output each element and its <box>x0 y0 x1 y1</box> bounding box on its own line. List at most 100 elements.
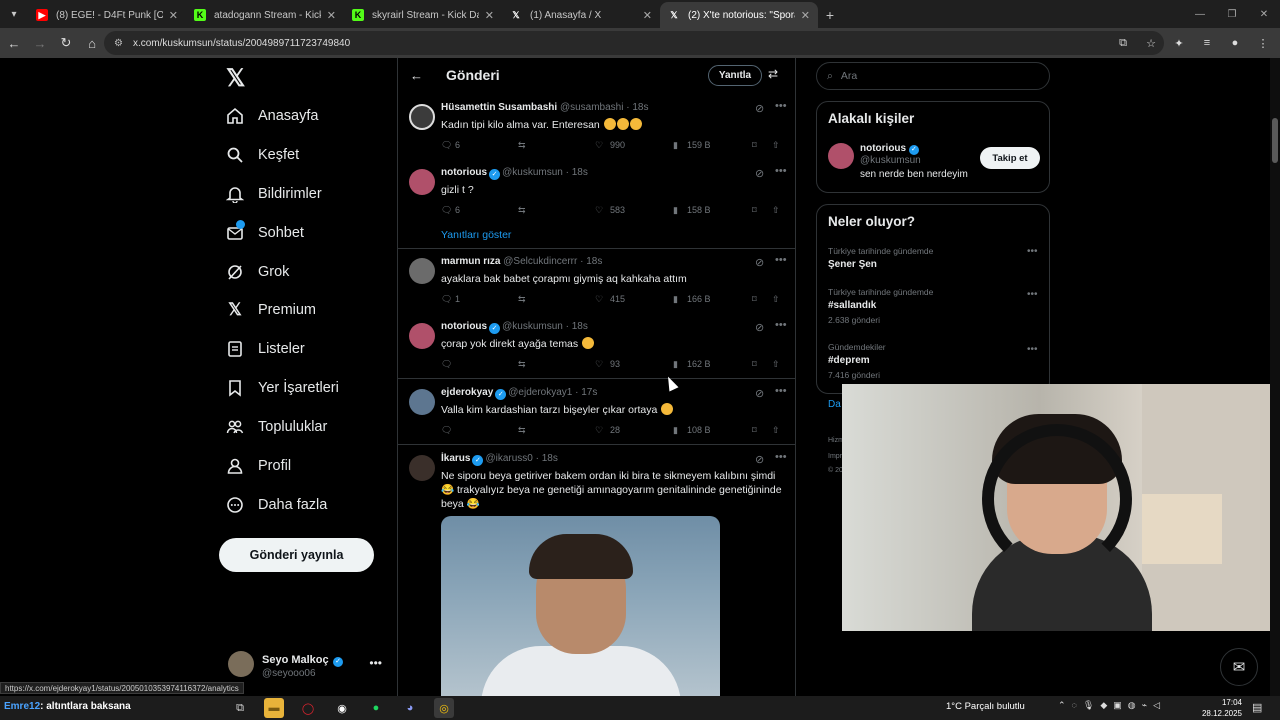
scrollbar-thumb[interactable] <box>1272 118 1278 163</box>
author-name[interactable]: notorious <box>441 321 487 332</box>
minimize-icon[interactable]: — <box>1184 0 1216 28</box>
avatar[interactable] <box>409 455 435 481</box>
bookmark-star-icon[interactable]: ☆ <box>1142 32 1160 54</box>
back-arrow-icon[interactable]: ← <box>410 68 423 83</box>
profile-avatar-icon[interactable]: ● <box>1226 32 1244 54</box>
nav-item-notifications[interactable]: Bildirimler <box>226 182 322 206</box>
menu-icon[interactable]: ⋮ <box>1254 32 1272 54</box>
avatar[interactable] <box>409 169 435 195</box>
more-icon[interactable]: ••• <box>1027 344 1038 355</box>
forward-icon[interactable]: → <box>28 31 52 55</box>
post-time[interactable]: 18s <box>632 102 648 113</box>
browser-tab[interactable]: K atadogann Stream - Kick Dashbo ✕ <box>186 2 344 28</box>
repost-icon[interactable]: ⇆ <box>518 425 526 436</box>
more-icon[interactable]: ••• <box>775 319 787 331</box>
reply-post[interactable]: notorious ✓ @kuskumsun · 18s ⊘ ••• çorap y… <box>398 317 795 379</box>
tray-app-icon[interactable]: ◆ <box>1100 700 1107 711</box>
avatar[interactable] <box>409 104 435 130</box>
x-logo-icon[interactable]: 𝕏 <box>226 64 245 93</box>
reply-post[interactable]: marmun rıza @Selcukdincerrr · 18s ⊘ ••• … <box>398 252 795 314</box>
trend-name[interactable]: Şener Şen <box>828 259 877 270</box>
share-icon[interactable]: ⇧ <box>772 294 780 305</box>
like-icon[interactable]: ♡ <box>595 425 603 436</box>
post-button[interactable]: Gönderi yayınla <box>219 538 374 572</box>
repost-icon[interactable]: ⇆ <box>518 294 526 305</box>
new-tab-icon[interactable]: + <box>818 2 842 28</box>
post-time[interactable]: 18s <box>572 321 588 332</box>
close-icon[interactable]: ✕ <box>327 9 336 22</box>
trend-name[interactable]: #sallandık <box>828 300 876 311</box>
like-icon[interactable]: ♡ <box>595 294 603 305</box>
clock[interactable]: 17:04 28.12.2025 <box>1198 697 1242 719</box>
more-icon[interactable]: ••• <box>775 254 787 266</box>
views-icon[interactable]: ▮ <box>673 359 678 370</box>
reply-icon[interactable]: 🗨 <box>441 359 452 370</box>
task-view-icon[interactable]: ⧉ <box>230 698 250 718</box>
file-explorer-icon[interactable]: ▬ <box>264 698 284 718</box>
more-icon[interactable]: ••• <box>369 656 382 670</box>
more-icon[interactable]: ••• <box>1027 246 1038 257</box>
like-icon[interactable]: ♡ <box>595 140 603 151</box>
tray-app-icon[interactable]: ◍ <box>1128 700 1136 711</box>
bookmark-icon[interactable]: ⌑ <box>752 205 757 216</box>
nav-item-home[interactable]: Anasayfa <box>226 104 318 128</box>
reply-icon[interactable]: 🗨 <box>441 425 452 436</box>
close-icon[interactable]: ✕ <box>801 9 810 22</box>
account-switcher[interactable]: Seyo Malkoç ✓ @seyooo06 ••• <box>228 648 388 680</box>
obs-icon[interactable]: ◉ <box>332 698 352 718</box>
chevron-up-icon[interactable]: ⌃ <box>1058 700 1066 711</box>
more-icon[interactable]: ••• <box>775 165 787 177</box>
browser-tab[interactable]: ▶ (8) EGE! - D4Ft Punk [Official Ly ✕ <box>28 2 186 28</box>
site-info-icon[interactable]: ⚙ <box>114 38 123 49</box>
post-time[interactable]: 18s <box>542 453 558 464</box>
reply-post[interactable]: Hüsamettin Susambashi @susambashi · 18s … <box>398 98 795 160</box>
messages-fab-icon[interactable]: ✉ <box>1220 648 1258 686</box>
notification-center-icon[interactable]: ▤ <box>1252 701 1262 714</box>
nav-item-more[interactable]: Daha fazla <box>226 493 327 517</box>
address-bar[interactable]: ⚙ x.com/kuskumsun/status/200498971172374… <box>104 31 1164 55</box>
network-icon[interactable]: ⌁ <box>1142 700 1147 711</box>
views-icon[interactable]: ▮ <box>673 425 678 436</box>
volume-icon[interactable]: ◁ <box>1153 700 1160 711</box>
views-icon[interactable]: ▮ <box>673 294 678 305</box>
trend-name[interactable]: #deprem <box>828 355 870 366</box>
repost-icon[interactable]: ⇆ <box>518 205 526 216</box>
tray-app-icon[interactable]: ▣ <box>1113 700 1122 711</box>
bookmark-icon[interactable]: ⌑ <box>752 140 757 151</box>
spotify-icon[interactable]: ● <box>366 698 386 718</box>
browser-tab-active[interactable]: 𝕏 (2) X'te notorious: "Spora başlıc ✕ <box>660 2 818 28</box>
share-icon[interactable]: ⇧ <box>772 359 780 370</box>
extensions-icon[interactable]: ✦ <box>1170 32 1188 54</box>
reply-post[interactable]: notorious ✓ @kuskumsun · 18s ⊘ ••• gizli t… <box>398 163 795 225</box>
nav-item-profile[interactable]: Profil <box>226 454 291 478</box>
nav-item-chat[interactable]: Sohbet <box>226 220 304 245</box>
bookmark-icon[interactable]: ⌑ <box>752 425 757 436</box>
search-input[interactable]: ⌕ Ara <box>816 62 1050 90</box>
back-icon[interactable]: ← <box>2 31 26 55</box>
nav-item-explore[interactable]: Keşfet <box>226 143 299 167</box>
like-icon[interactable]: ♡ <box>595 205 603 216</box>
restore-icon[interactable]: ❐ <box>1216 0 1248 28</box>
nav-item-lists[interactable]: Listeler <box>226 337 305 361</box>
nav-item-communities[interactable]: Topluluklar <box>226 415 327 439</box>
more-icon[interactable]: ••• <box>775 100 787 112</box>
chrome-icon[interactable]: ◎ <box>434 698 454 718</box>
post-time[interactable]: 18s <box>586 256 602 267</box>
avatar[interactable] <box>828 143 854 169</box>
person-info[interactable]: notorious ✓ @kuskumsun sen nerde ben ner… <box>860 143 968 180</box>
more-icon[interactable]: ••• <box>775 451 787 463</box>
views-icon[interactable]: ▮ <box>673 205 678 216</box>
media-icon[interactable]: ≡ <box>1198 32 1216 54</box>
grok-icon[interactable]: ⊘ <box>755 387 764 400</box>
nav-item-grok[interactable]: Grok <box>226 260 289 284</box>
weather-widget[interactable]: 1°C Parçalı bulutlu <box>946 701 1025 712</box>
reply-icon[interactable]: 🗨 <box>441 205 452 216</box>
microphone-icon[interactable]: 🎙 <box>1083 700 1094 711</box>
grok-icon[interactable]: ⊘ <box>755 102 764 115</box>
nav-item-bookmarks[interactable]: Yer İşaretleri <box>226 376 339 400</box>
tray-app-icon[interactable]: ◌ <box>1072 700 1077 711</box>
grok-icon[interactable]: ⊘ <box>755 167 764 180</box>
browser-tab[interactable]: 𝕏 (1) Anasayfa / X ✕ <box>502 2 660 28</box>
bookmark-icon[interactable]: ⌑ <box>752 359 757 370</box>
discord-icon[interactable]: ◕ <box>400 698 420 718</box>
